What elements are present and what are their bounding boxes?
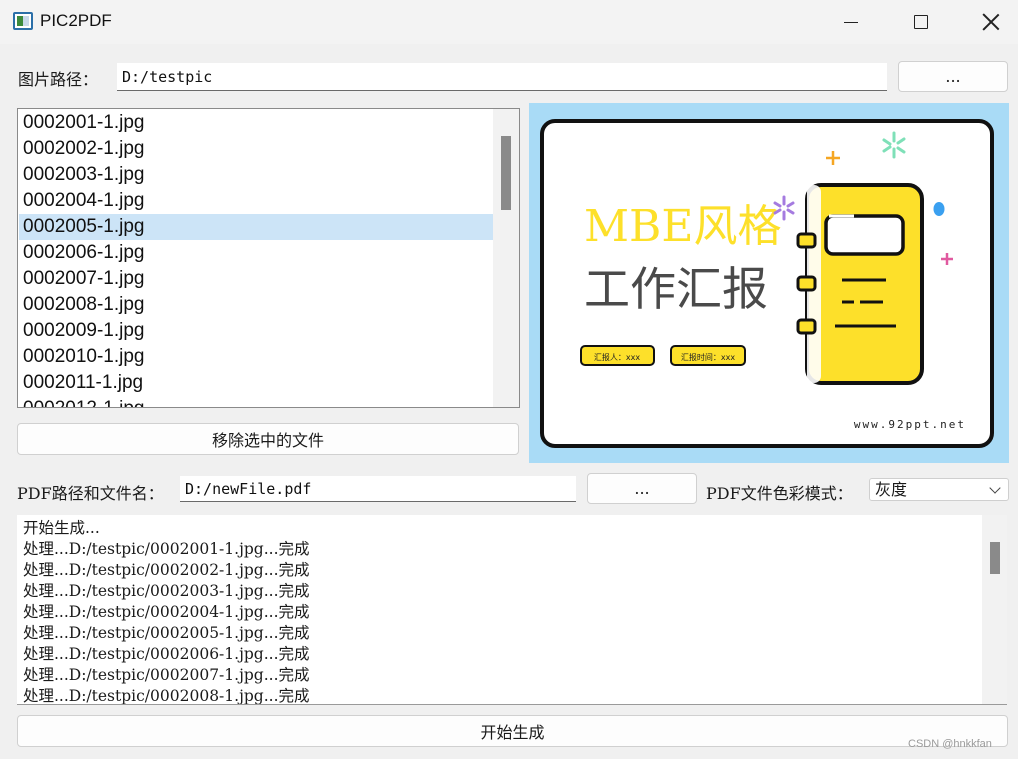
log-line: 处理...D:/testpic/0002003-1.jpg...完成	[23, 582, 310, 600]
log-scrollbar[interactable]	[982, 515, 1007, 704]
watermark: CSDN @hnkkfan	[908, 738, 992, 750]
pdf-path-label: PDF路径和文件名：	[17, 484, 164, 503]
pdf-path-input[interactable]	[180, 476, 576, 502]
image-preview: MBE风格 工作汇报 汇报人：xxx 汇报时间：xxx www.92ppt.ne…	[529, 103, 1009, 463]
start-generate-button[interactable]: 开始生成	[17, 715, 1008, 747]
color-mode-value: 灰度	[875, 480, 908, 499]
minimize-icon	[844, 21, 858, 23]
file-list-item[interactable]: 0002003-1.jpg	[19, 162, 493, 188]
maximize-button[interactable]	[886, 0, 956, 44]
slide-title-line2: 工作汇报	[584, 262, 768, 316]
file-list-item[interactable]: 0002001-1.jpg	[19, 110, 493, 136]
reporter-tag: 汇报人：xxx	[594, 352, 640, 362]
log-line: 处理...D:/testpic/0002005-1.jpg...完成	[23, 624, 310, 642]
log-output[interactable]: 开始生成... 处理...D:/testpic/0002001-1.jpg...完…	[17, 515, 1007, 705]
remove-selected-button[interactable]: 移除选中的文件	[17, 423, 519, 455]
file-list-scrollbar[interactable]	[493, 109, 519, 407]
slide-site: www.92ppt.net	[854, 418, 966, 431]
notebook-ring-2	[796, 275, 817, 292]
file-list-item[interactable]: 0002008-1.jpg	[19, 292, 493, 318]
file-list-item[interactable]: 0002005-1.jpg	[19, 214, 493, 240]
file-list-scroll-thumb[interactable]	[501, 136, 511, 210]
log-line: 处理...D:/testpic/0002008-1.jpg...完成	[23, 687, 310, 705]
maximize-icon	[914, 15, 928, 29]
log-line: 处理...D:/testpic/0002007-1.jpg...完成	[23, 666, 310, 684]
file-list-item[interactable]: 0002004-1.jpg	[19, 188, 493, 214]
image-path-browse-button[interactable]: ...	[898, 61, 1008, 92]
log-scroll-thumb[interactable]	[990, 542, 1000, 574]
file-list-item[interactable]: 0002006-1.jpg	[19, 240, 493, 266]
color-mode-select[interactable]: 灰度	[869, 478, 1009, 501]
file-list-item[interactable]: 0002002-1.jpg	[19, 136, 493, 162]
chevron-down-icon	[989, 482, 1001, 494]
app-icon	[13, 12, 33, 30]
window-title: PIC2PDF	[40, 11, 112, 30]
log-line: 开始生成...	[23, 519, 100, 537]
image-path-label: 图片路径：	[18, 70, 99, 89]
file-list-item[interactable]: 0002007-1.jpg	[19, 266, 493, 292]
log-line: 处理...D:/testpic/0002004-1.jpg...完成	[23, 603, 310, 621]
notebook-ring-3	[796, 318, 817, 335]
file-list-item[interactable]: 0002011-1.jpg	[19, 370, 493, 396]
file-list-item[interactable]: 0002009-1.jpg	[19, 318, 493, 344]
close-button[interactable]	[956, 0, 1018, 44]
log-line: 处理...D:/testpic/0002002-1.jpg...完成	[23, 561, 310, 579]
log-line: 处理...D:/testpic/0002001-1.jpg...完成	[23, 540, 310, 558]
dot-decoration-blue	[933, 202, 945, 216]
minimize-button[interactable]	[816, 0, 886, 44]
pdf-path-browse-button[interactable]: ...	[587, 473, 697, 504]
slide-title-line1: MBE风格	[584, 201, 782, 252]
file-list-item[interactable]: 0002010-1.jpg	[19, 344, 493, 370]
title-bar: PIC2PDF	[0, 0, 1018, 44]
notebook-label	[824, 214, 905, 256]
close-icon	[982, 13, 1000, 31]
log-line: 处理...D:/testpic/0002006-1.jpg...完成	[23, 645, 310, 663]
image-path-input[interactable]	[117, 63, 887, 91]
preview-slide: MBE风格 工作汇报 汇报人：xxx 汇报时间：xxx www.92ppt.ne…	[540, 119, 994, 448]
color-mode-label: PDF文件色彩模式：	[706, 484, 853, 503]
notebook-ring-1	[796, 232, 817, 249]
file-list[interactable]: 0002001-1.jpg 0002002-1.jpg 0002003-1.jpg 0…	[17, 108, 520, 408]
time-tag: 汇报时间：xxx	[681, 352, 735, 362]
file-list-item[interactable]: 0002012-1.jpg	[19, 396, 493, 407]
